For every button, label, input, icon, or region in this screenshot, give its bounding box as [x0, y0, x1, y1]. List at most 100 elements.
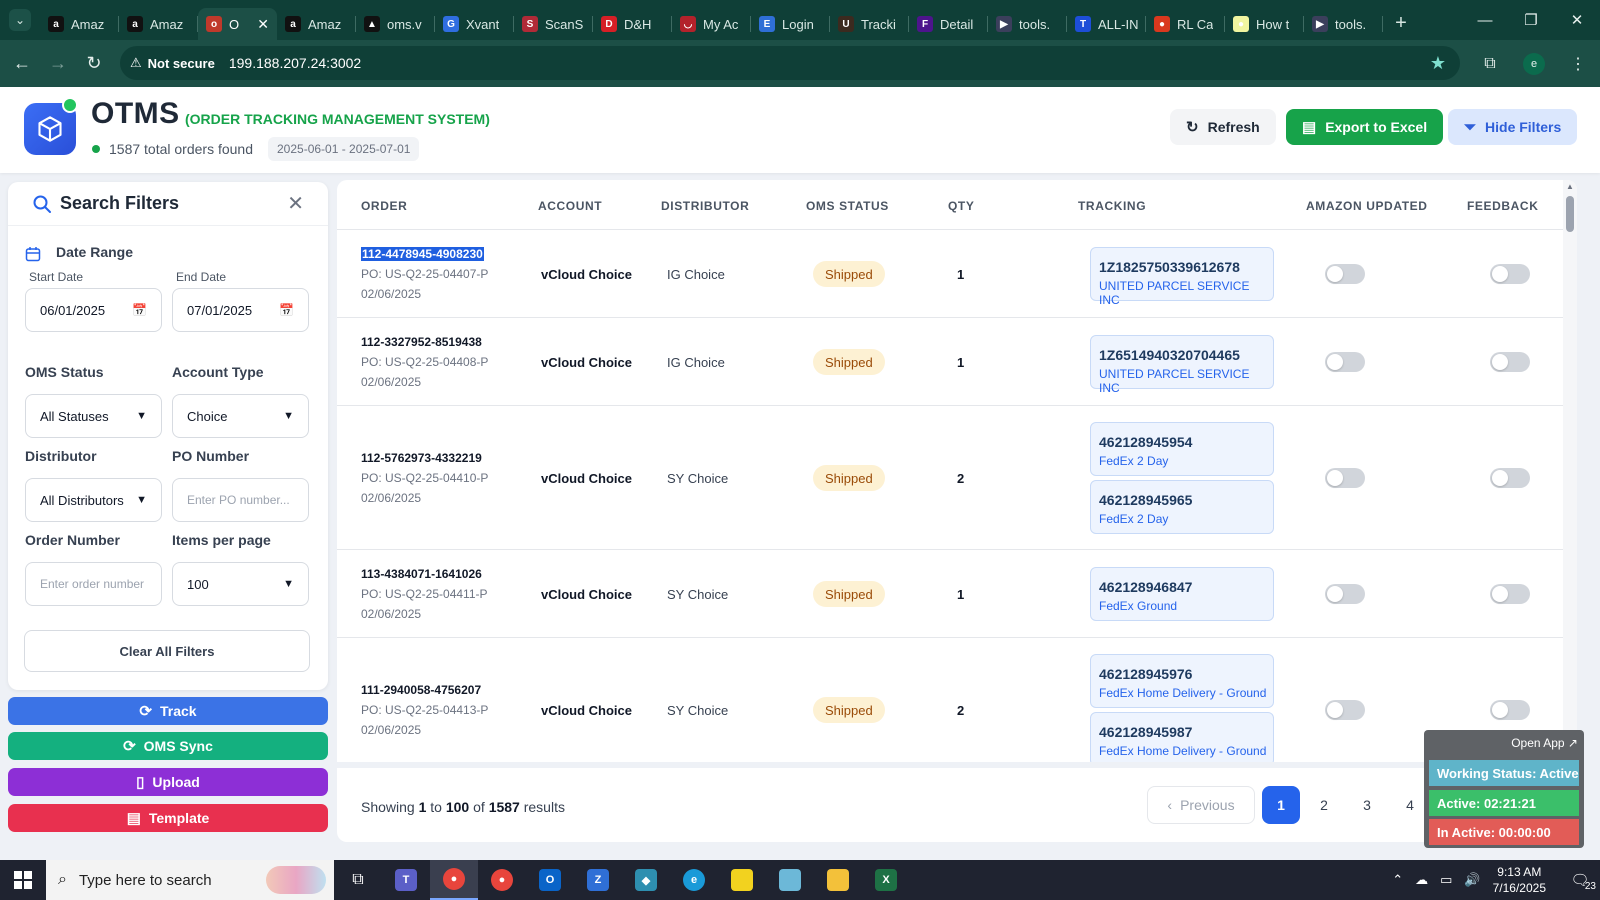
bookmark-star-icon[interactable]: ★	[1430, 53, 1446, 74]
table-row[interactable]: 111-2940058-4756207 PO: US-Q2-25-04413-P 0…	[337, 638, 1577, 762]
order-number-input[interactable]: Enter order number	[25, 562, 162, 606]
browser-tab[interactable]: S ScanS	[514, 8, 593, 40]
outlook-icon[interactable]: O	[526, 860, 574, 900]
calendar-picker-icon[interactable]: 📅	[132, 303, 147, 317]
tracking-card[interactable]: 462128946847 FedEx Ground	[1090, 567, 1274, 621]
volume-icon[interactable]: 🔊	[1464, 872, 1480, 888]
feedback-toggle[interactable]	[1490, 264, 1530, 284]
account-type-select[interactable]: Choice ▼	[172, 394, 309, 438]
page-button[interactable]: 1	[1262, 786, 1300, 824]
browser-tab[interactable]: ▲ oms.v	[356, 8, 435, 40]
browser-tab[interactable]: D D&H	[593, 8, 672, 40]
browser-tab[interactable]: G Xvant	[435, 8, 514, 40]
amazon-updated-toggle[interactable]	[1325, 700, 1365, 720]
chevron-up-icon[interactable]: ⌃	[1392, 872, 1403, 888]
upload-button[interactable]: ▯ Upload	[8, 768, 328, 796]
vertical-scrollbar[interactable]: ▲	[1563, 180, 1577, 762]
feedback-toggle[interactable]	[1490, 584, 1530, 604]
browser-tab[interactable]: E Login	[751, 8, 830, 40]
amazon-updated-toggle[interactable]	[1325, 468, 1365, 488]
scrollbar-thumb[interactable]	[1566, 196, 1574, 232]
clock[interactable]: 9:13 AM 7/16/2025	[1493, 864, 1546, 896]
hide-filters-button[interactable]: ⏷ Hide Filters	[1448, 109, 1578, 145]
task-view-icon[interactable]: ⧉	[334, 860, 382, 900]
browser-tab[interactable]: ▶ tools.	[988, 8, 1067, 40]
start-date-field[interactable]: 06/01/2025 📅	[25, 288, 162, 332]
zoho-icon[interactable]: Z	[574, 860, 622, 900]
browser-tab[interactable]: U Tracki	[830, 8, 909, 40]
taskbar-search[interactable]: ⌕ Type here to search	[46, 860, 334, 900]
network-icon[interactable]: ▭	[1440, 872, 1452, 888]
tracking-card[interactable]: 462128945987 FedEx Home Delivery - Ground	[1090, 712, 1274, 762]
menu-kebab-icon[interactable]: ⋮	[1556, 54, 1600, 74]
notifications-icon[interactable]: 🗨 23	[1560, 871, 1600, 892]
reload-icon[interactable]: ↻	[76, 46, 112, 82]
notepad-icon[interactable]	[766, 860, 814, 900]
order-number[interactable]: 111-2940058-4756207	[361, 683, 481, 697]
calendar-picker-icon[interactable]: 📅	[279, 303, 294, 317]
browser-tab[interactable]: ◡ My Ac	[672, 8, 751, 40]
feedback-toggle[interactable]	[1490, 468, 1530, 488]
tracking-card[interactable]: 1Z1825750339612678 UNITED PARCEL SERVICE …	[1090, 247, 1274, 307]
clear-filters-button[interactable]: Clear All Filters	[24, 630, 310, 672]
app-icon[interactable]: ◆	[622, 860, 670, 900]
profile-avatar[interactable]: e	[1523, 52, 1545, 75]
export-excel-button[interactable]: ▤ Export to Excel	[1286, 109, 1444, 145]
tracking-number[interactable]: 462128945965	[1099, 492, 1192, 508]
tracking-number[interactable]: 1Z6514940320704465	[1099, 347, 1240, 363]
tracking-number[interactable]: 462128945954	[1099, 434, 1192, 450]
url-text[interactable]: 199.188.207.24:3002	[229, 55, 361, 71]
file-explorer-icon[interactable]	[814, 860, 862, 900]
amazon-updated-toggle[interactable]	[1325, 584, 1365, 604]
close-window-icon[interactable]: ✕	[1554, 0, 1600, 40]
page-button[interactable]: 3	[1348, 786, 1386, 824]
order-number[interactable]: 112-3327952-8519438	[361, 335, 482, 349]
close-tab-icon[interactable]: ✕	[257, 16, 269, 33]
browser-tab[interactable]: T ALL-IN	[1067, 8, 1146, 40]
close-icon[interactable]: ✕	[287, 191, 304, 216]
table-row[interactable]: 113-4384071-1641026 PO: US-Q2-25-04411-P 0…	[337, 550, 1577, 638]
tracking-number[interactable]: 462128945976	[1099, 666, 1192, 682]
previous-page-button[interactable]: ‹ Previous	[1147, 786, 1255, 824]
order-number[interactable]: 113-4384071-1641026	[361, 567, 482, 581]
tracking-number[interactable]: 1Z1825750339612678	[1099, 259, 1240, 275]
forward-icon[interactable]: →	[40, 46, 76, 82]
amazon-updated-toggle[interactable]	[1325, 264, 1365, 284]
browser-tab[interactable]: ● RL Ca	[1146, 8, 1225, 40]
amazon-updated-toggle[interactable]	[1325, 352, 1365, 372]
template-button[interactable]: ▤ Template	[8, 804, 328, 832]
chrome-profile-icon[interactable]: ●	[478, 860, 526, 900]
restore-icon[interactable]: ❐	[1508, 0, 1554, 40]
back-icon[interactable]: ←	[4, 46, 40, 82]
po-number-input[interactable]: Enter PO number...	[172, 478, 309, 522]
browser-tab[interactable]: a Amaz	[119, 8, 198, 40]
tracking-number[interactable]: 462128945987	[1099, 724, 1192, 740]
new-tab-button[interactable]: +	[1383, 12, 1419, 35]
tracking-card[interactable]: 462128945976 FedEx Home Delivery - Ground	[1090, 654, 1274, 708]
teams-icon[interactable]: T	[382, 860, 430, 900]
oms-status-select[interactable]: All Statuses ▼	[25, 394, 162, 438]
browser-tab[interactable]: ● How t	[1225, 8, 1304, 40]
distributor-select[interactable]: All Distributors ▼	[25, 478, 162, 522]
tracking-number[interactable]: 462128946847	[1099, 579, 1192, 595]
tracking-card[interactable]: 462128945965 FedEx 2 Day	[1090, 480, 1274, 534]
start-button[interactable]	[0, 860, 46, 900]
browser-tab[interactable]: o O ✕	[198, 8, 277, 40]
refresh-button[interactable]: ↻ Refresh	[1170, 109, 1276, 145]
tab-search-button[interactable]: ⌄	[0, 0, 40, 40]
track-button[interactable]: ⟳ Track	[8, 697, 328, 725]
sticky-notes-icon[interactable]	[718, 860, 766, 900]
feedback-toggle[interactable]	[1490, 352, 1530, 372]
tracking-card[interactable]: 462128945954 FedEx 2 Day	[1090, 422, 1274, 476]
browser-tab[interactable]: F Detail	[909, 8, 988, 40]
end-date-field[interactable]: 07/01/2025 📅	[172, 288, 309, 332]
chrome-icon[interactable]: ●	[430, 860, 478, 900]
table-row[interactable]: 112-5762973-4332219 PO: US-Q2-25-04410-P 0…	[337, 406, 1577, 550]
browser-tab[interactable]: ▶ tools.	[1304, 8, 1383, 40]
excel-icon[interactable]: X	[862, 860, 910, 900]
open-app-link[interactable]: Open App ↗	[1511, 736, 1578, 750]
oms-sync-button[interactable]: ⟳ OMS Sync	[8, 732, 328, 760]
feedback-toggle[interactable]	[1490, 700, 1530, 720]
browser-tab[interactable]: a Amaz	[40, 8, 119, 40]
tracking-card[interactable]: 1Z6514940320704465 UNITED PARCEL SERVICE …	[1090, 335, 1274, 395]
